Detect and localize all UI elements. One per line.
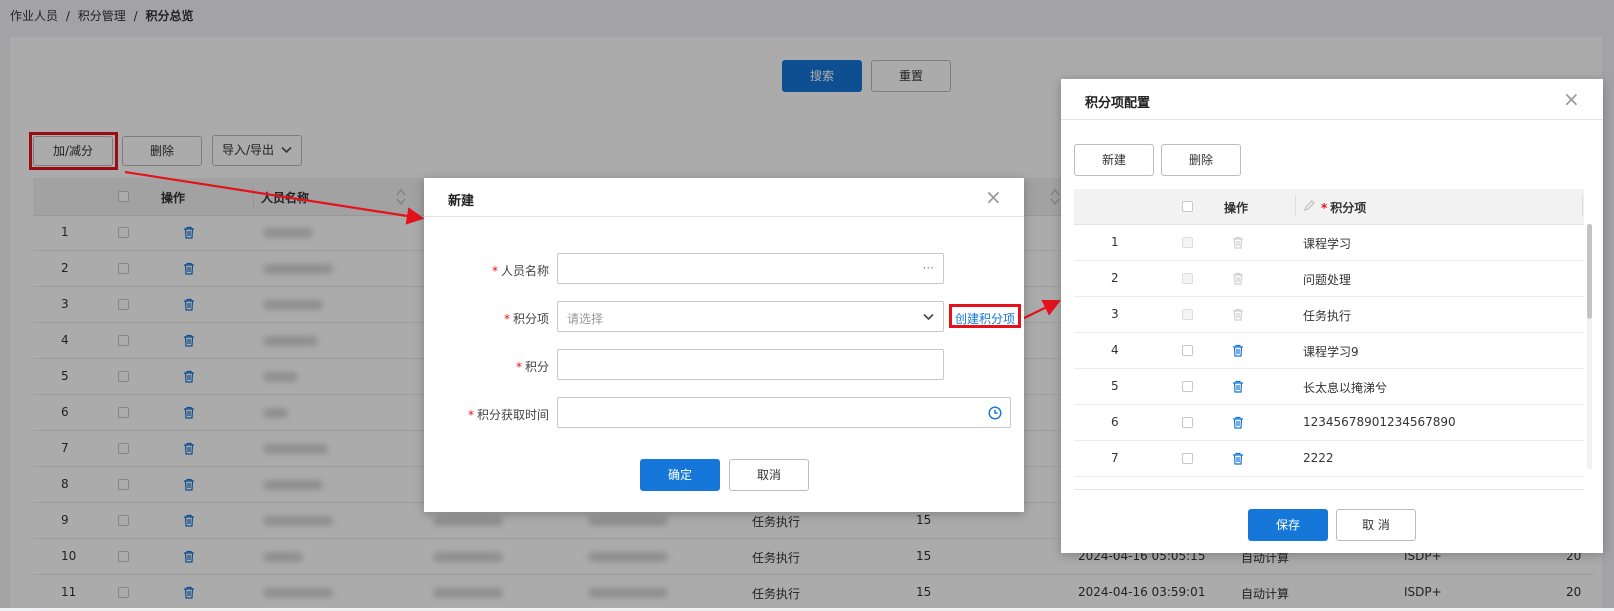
column-divider <box>1295 195 1296 217</box>
delete-icon[interactable] <box>1232 416 1244 429</box>
dialog-divider <box>1061 119 1603 120</box>
column-divider <box>1582 195 1583 217</box>
delete-icon[interactable] <box>1232 452 1244 465</box>
row-index: 7 <box>1111 451 1119 465</box>
row-checkbox <box>1182 273 1193 284</box>
row-checkbox[interactable] <box>1182 381 1193 392</box>
points-item-name: 2222 <box>1303 451 1334 465</box>
row-index: 3 <box>1111 307 1119 321</box>
new-record-dialog: 新建 × * 人员名称 ··· * 积分项 请选择 创建积分项 * 积分 * 积分获取时… <box>424 178 1024 512</box>
config-table-header: 操作 * 积分项 <box>1074 189 1584 225</box>
cancel-button[interactable]: 取消 <box>729 459 809 491</box>
points-item-name: 任务执行 <box>1303 309 1352 323</box>
pencil-icon <box>1304 200 1315 211</box>
row-checkbox[interactable] <box>1182 345 1193 356</box>
dialog-title: 积分项配置 <box>1085 96 1151 111</box>
row-checkbox[interactable] <box>1182 453 1193 464</box>
delete-icon <box>1232 272 1244 285</box>
select-placeholder: 请选择 <box>567 312 604 326</box>
dialog-title: 新建 <box>448 194 475 209</box>
config-table-row: 1 课程学习 <box>1074 225 1584 261</box>
points-item-name: 12345678901234567890 <box>1303 415 1456 429</box>
config-table-row: 3 任务执行 <box>1074 297 1584 333</box>
more-icon[interactable]: ··· <box>923 261 934 275</box>
cancel-button[interactable]: 取 消 <box>1336 509 1416 541</box>
new-item-button[interactable]: 新建 <box>1074 144 1154 176</box>
row-index: 2 <box>1111 271 1119 285</box>
row-index: 4 <box>1111 343 1119 357</box>
close-icon[interactable]: × <box>1563 89 1580 109</box>
name-field-label: * 人员名称 <box>491 264 549 278</box>
row-index: 1 <box>1111 235 1119 249</box>
confirm-button[interactable]: 确定 <box>640 459 720 491</box>
config-table-row: 4 课程学习9 <box>1074 333 1584 369</box>
points-item-name: 问题处理 <box>1303 273 1352 287</box>
annotation-highlight <box>949 304 1021 328</box>
score-field-label: * 积分 <box>515 360 549 374</box>
time-picker-input[interactable] <box>557 397 1011 428</box>
row-checkbox <box>1182 237 1193 248</box>
row-checkbox <box>1182 309 1193 320</box>
points-item-config-dialog: 积分项配置 × 新建 删除 操作 * 积分项 1 课程学习 2 问题处理 3 任务执行 4 课程… <box>1061 79 1603 553</box>
row-index: 6 <box>1111 415 1119 429</box>
row-checkbox[interactable] <box>1182 417 1193 428</box>
clock-icon[interactable] <box>988 406 1002 420</box>
table-bottom-divider <box>1074 489 1584 490</box>
delete-icon[interactable] <box>1232 344 1244 357</box>
points-item-name: 长太息以掩涕兮 <box>1303 381 1388 395</box>
column-header-item: * 积分项 <box>1321 201 1367 215</box>
person-name-input[interactable]: ··· <box>557 253 944 284</box>
row-index: 5 <box>1111 379 1119 393</box>
column-header-operation: 操作 <box>1224 201 1249 215</box>
config-table-row: 7 2222 <box>1074 441 1584 477</box>
config-table-row: 6 12345678901234567890 <box>1074 405 1584 441</box>
points-item-name: 课程学习9 <box>1303 345 1359 359</box>
delete-icon <box>1232 308 1244 321</box>
time-field-label: * 积分获取时间 <box>467 408 549 422</box>
save-button[interactable]: 保存 <box>1248 509 1328 541</box>
config-table-row: 5 长太息以掩涕兮 <box>1074 369 1584 405</box>
points-item-select[interactable]: 请选择 <box>557 301 944 332</box>
delete-icon[interactable] <box>1232 380 1244 393</box>
score-input[interactable] <box>557 349 944 380</box>
item-field-label: * 积分项 <box>503 312 549 326</box>
scrollbar-track[interactable] <box>1587 224 1592 469</box>
close-icon[interactable]: × <box>985 187 1002 207</box>
chevron-down-icon <box>923 313 934 321</box>
points-item-name: 课程学习 <box>1303 237 1352 251</box>
dialog-divider <box>424 216 1024 217</box>
delete-icon <box>1232 236 1244 249</box>
select-all-checkbox[interactable] <box>1182 201 1193 212</box>
scrollbar-thumb[interactable] <box>1587 224 1592 319</box>
delete-item-button[interactable]: 删除 <box>1161 144 1241 176</box>
config-table-row: 2 问题处理 <box>1074 261 1584 297</box>
